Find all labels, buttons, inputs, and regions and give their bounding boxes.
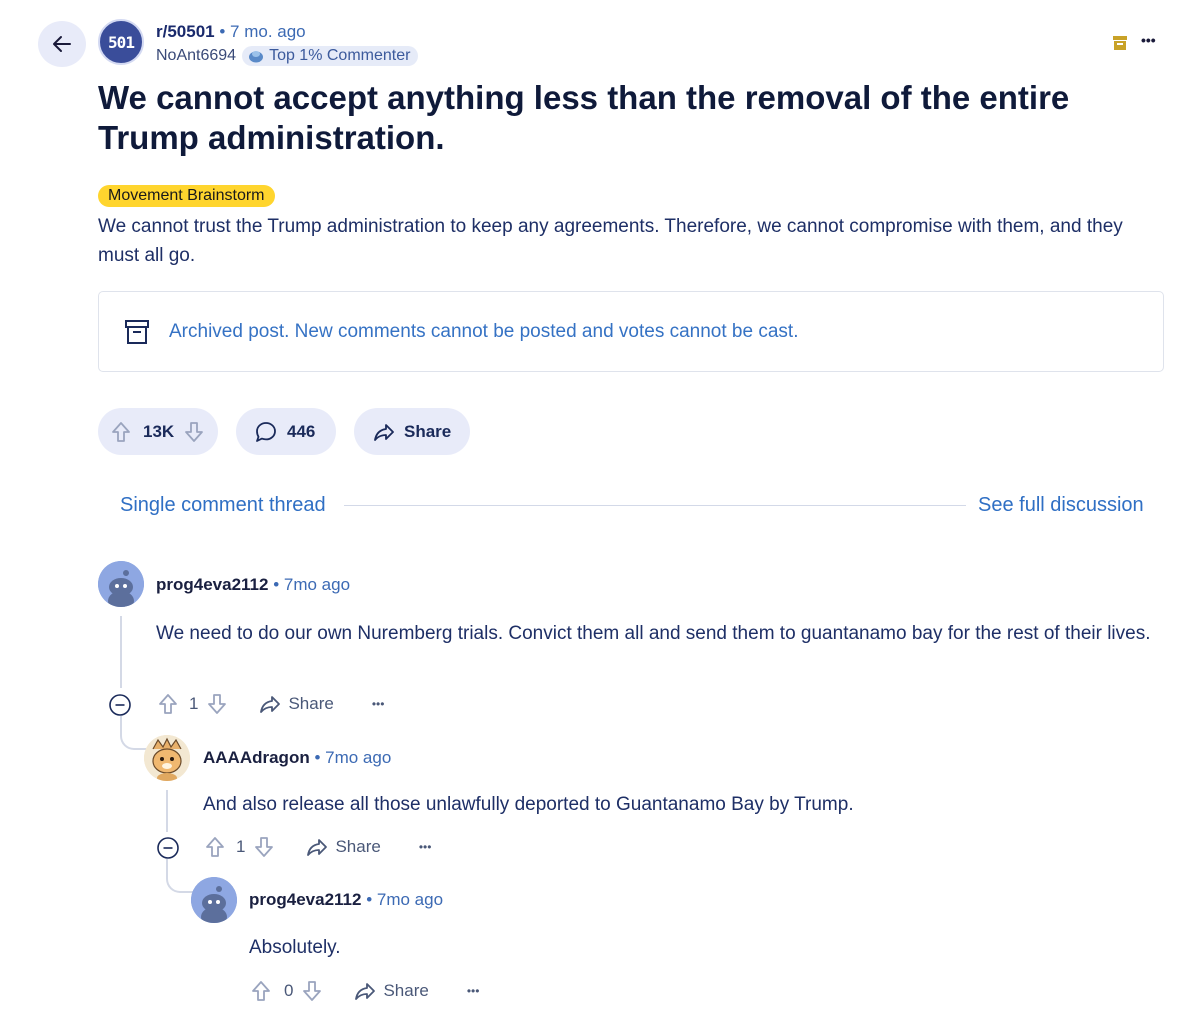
comment-header: AAAAdragon • 7mo ago bbox=[203, 748, 391, 768]
avatar[interactable] bbox=[144, 735, 190, 781]
post-title: We cannot accept anything less than the … bbox=[98, 79, 1070, 156]
comment-author[interactable]: AAAAdragon bbox=[203, 748, 310, 767]
comment-score: 0 bbox=[284, 981, 294, 1000]
thread-line bbox=[166, 790, 168, 832]
comment-share-button[interactable]: Share bbox=[305, 835, 381, 859]
comment-overflow-menu[interactable]: ••• bbox=[467, 984, 480, 998]
vote-bar: 13K bbox=[98, 408, 218, 455]
upvote-icon[interactable] bbox=[156, 692, 180, 716]
thread-elbow bbox=[120, 716, 146, 750]
minus-circle-icon bbox=[157, 837, 179, 859]
back-button[interactable] bbox=[38, 21, 86, 67]
comment-actions: 0 Share ••• bbox=[249, 979, 479, 1003]
snoo-avatar-icon bbox=[191, 877, 237, 923]
avatar[interactable] bbox=[191, 877, 237, 923]
comment-count: 446 bbox=[287, 421, 316, 441]
thread-divider bbox=[344, 505, 966, 506]
subreddit-icon[interactable]: 501 bbox=[98, 19, 144, 65]
meta-separator: • bbox=[309, 748, 326, 767]
arrow-left-icon bbox=[53, 36, 71, 52]
thread-elbow bbox=[166, 859, 193, 893]
post-score: 13K bbox=[143, 421, 175, 441]
comment-overflow-menu[interactable]: ••• bbox=[419, 840, 432, 854]
downvote-icon[interactable] bbox=[300, 979, 324, 1003]
comment-time: 7mo ago bbox=[325, 748, 392, 767]
downvote-icon[interactable] bbox=[252, 835, 276, 859]
comment-share-button[interactable]: Share bbox=[353, 979, 429, 1003]
archive-icon bbox=[1113, 36, 1127, 50]
share-label: Share bbox=[288, 694, 334, 713]
comment-icon bbox=[254, 420, 278, 444]
archive-indicator[interactable] bbox=[1111, 34, 1129, 52]
archived-text: Archived post. New comments cannot be po… bbox=[169, 320, 799, 342]
comment-score: 1 bbox=[236, 837, 246, 856]
archive-icon bbox=[125, 319, 149, 344]
upvote-icon[interactable] bbox=[203, 835, 227, 859]
share-icon bbox=[307, 839, 328, 856]
post-flair[interactable]: Movement Brainstorm bbox=[98, 185, 275, 207]
single-thread-link[interactable]: Single comment thread bbox=[120, 494, 326, 517]
collapse-button[interactable] bbox=[109, 694, 131, 716]
comment-body: Absolutely. bbox=[249, 937, 341, 958]
post-meta: r/50501 • 7 mo. ago bbox=[156, 22, 306, 42]
comment-header: prog4eva2112 • 7mo ago bbox=[156, 575, 350, 595]
share-button[interactable]: Share bbox=[354, 408, 470, 455]
comment-time: 7mo ago bbox=[283, 575, 351, 594]
share-icon bbox=[355, 983, 376, 1000]
downvote-icon[interactable] bbox=[182, 420, 206, 444]
comment-actions: 1 Share ••• bbox=[203, 835, 431, 859]
full-discussion-link[interactable]: See full discussion bbox=[978, 494, 1144, 517]
share-icon bbox=[372, 420, 396, 444]
comments-button[interactable]: 446 bbox=[236, 408, 336, 455]
comment-overflow-menu[interactable]: ••• bbox=[372, 697, 385, 711]
comment-score: 1 bbox=[189, 694, 199, 713]
meta-separator: • bbox=[214, 22, 231, 41]
comment-actions: 1 Share ••• bbox=[156, 692, 384, 716]
comment-author[interactable]: prog4eva2112 bbox=[156, 575, 268, 594]
avatar[interactable] bbox=[98, 561, 144, 607]
post-overflow-menu[interactable]: ••• bbox=[1141, 32, 1156, 48]
post-time: 7 mo. ago bbox=[230, 22, 306, 41]
share-label: Share bbox=[383, 981, 429, 1000]
author-link[interactable]: NoAnt6694 bbox=[156, 47, 236, 65]
comment-time: 7mo ago bbox=[376, 890, 444, 909]
comment-body: We need to do our own Nuremberg trials. … bbox=[156, 623, 1151, 644]
dragon-avatar-icon bbox=[144, 735, 190, 781]
upvote-icon[interactable] bbox=[109, 420, 133, 444]
share-label: Share bbox=[335, 837, 381, 856]
comment-header: prog4eva2112 • 7mo ago bbox=[249, 890, 443, 910]
upvote-icon[interactable] bbox=[249, 979, 273, 1003]
minus-circle-icon bbox=[109, 694, 131, 716]
comment-author[interactable]: prog4eva2112 bbox=[249, 890, 361, 909]
post-body: We cannot trust the Trump administration… bbox=[98, 216, 1123, 266]
comment-share-button[interactable]: Share bbox=[258, 692, 334, 716]
author-line: NoAnt6694 Top 1% Commenter bbox=[156, 46, 419, 66]
thread-line bbox=[120, 616, 122, 688]
collapse-button[interactable] bbox=[157, 837, 179, 859]
comment-body: And also release all those unlawfully de… bbox=[203, 794, 854, 815]
commenter-badge: Top 1% Commenter bbox=[242, 46, 419, 66]
archived-notice: Archived post. New comments cannot be po… bbox=[98, 291, 1164, 372]
meta-separator: • bbox=[268, 575, 284, 594]
share-icon bbox=[260, 696, 281, 713]
badge-label: Top 1% Commenter bbox=[269, 47, 411, 64]
snoo-avatar-icon bbox=[98, 561, 144, 607]
downvote-icon[interactable] bbox=[205, 692, 229, 716]
meta-separator: • bbox=[361, 890, 377, 909]
badge-icon bbox=[249, 51, 264, 63]
share-label: Share bbox=[404, 421, 452, 441]
subreddit-link[interactable]: r/50501 bbox=[156, 22, 215, 41]
